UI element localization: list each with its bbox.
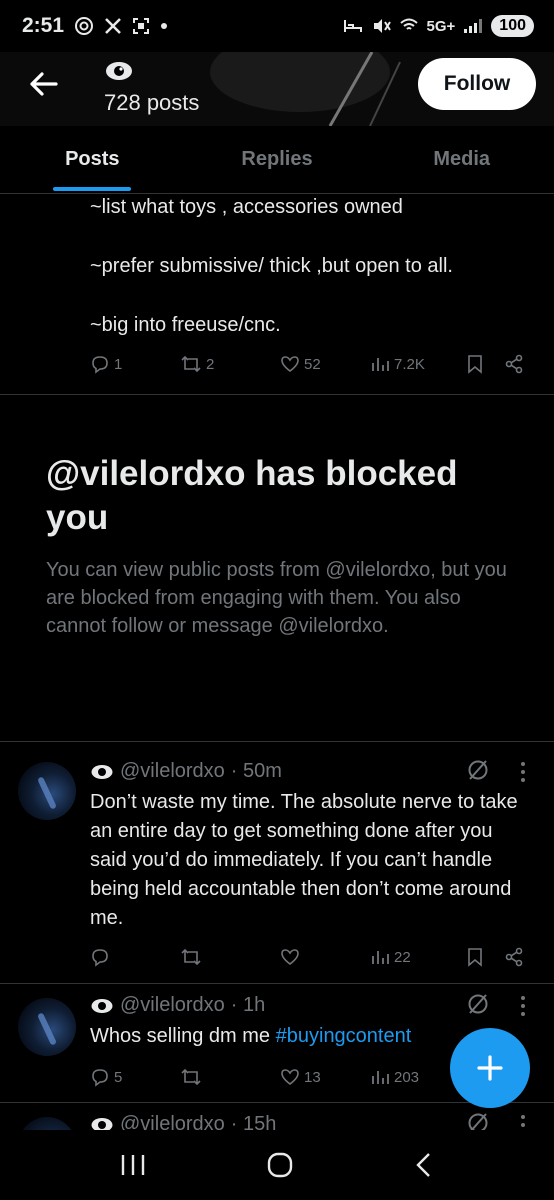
tweet-text: Whos selling dm me #buyingcontent: [90, 1025, 412, 1047]
compose-post-button[interactable]: [450, 1028, 530, 1108]
battery-indicator: 100: [491, 15, 534, 37]
reply-button[interactable]: 5: [90, 1067, 180, 1087]
bookmark-icon: [468, 355, 482, 374]
bookmark-icon: [468, 948, 482, 967]
avatar[interactable]: [18, 1117, 76, 1130]
wifi-calling-icon: [399, 18, 418, 30]
x-logo-icon: [105, 18, 121, 34]
reply-icon: [92, 1069, 108, 1087]
bookmark-button[interactable]: [466, 947, 504, 967]
screenshot-icon: [133, 18, 150, 34]
network-label: 5G+: [426, 17, 456, 35]
bookmark-button[interactable]: [466, 354, 504, 374]
grok-icon[interactable]: [466, 758, 490, 782]
share-button[interactable]: [504, 947, 524, 967]
reply-button[interactable]: 1: [90, 354, 180, 374]
repost-icon: [181, 948, 201, 966]
profile-tabs: Posts Replies Media: [0, 126, 554, 194]
more-options-icon[interactable]: [518, 1113, 528, 1130]
eye-emoji-icon: [91, 1117, 113, 1130]
repost-button[interactable]: [180, 1067, 280, 1087]
more-options-icon[interactable]: [518, 994, 528, 1018]
tweet-header: @vilelordxo · 1h: [90, 994, 265, 1017]
tweet-time: · 1h: [230, 994, 266, 1016]
divider: [0, 741, 554, 742]
repost-button[interactable]: [180, 947, 280, 967]
views-button[interactable]: 7.2K: [370, 354, 466, 374]
blocked-body: You can view public posts from @vilelord…: [46, 559, 507, 637]
post-line: ~list what toys , accessories owned: [90, 196, 403, 218]
tweet-handle[interactable]: @vilelordxo: [120, 994, 225, 1017]
dot-icon: [161, 23, 168, 29]
views-icon: [372, 951, 389, 964]
tweet-time: · 15h: [230, 1113, 277, 1130]
reply-button[interactable]: [90, 947, 180, 967]
like-button[interactable]: 52: [280, 354, 370, 374]
post-text-continuation: ~list what toys , accessories owned ~pre…: [90, 194, 530, 371]
eye-emoji-icon: [91, 764, 113, 779]
heart-icon: [281, 1069, 299, 1086]
eye-emoji-icon: [91, 998, 113, 1013]
repost-icon: [181, 1068, 201, 1086]
recent-apps-icon[interactable]: [119, 1152, 147, 1178]
reply-icon: [92, 949, 108, 967]
divider: [0, 394, 554, 395]
signal-icon: [464, 19, 483, 33]
tweet-actions: 22: [90, 942, 530, 972]
bed-icon: [343, 20, 362, 32]
plus-icon: [477, 1055, 503, 1081]
back-nav-icon[interactable]: [413, 1151, 435, 1179]
tweet-handle[interactable]: @vilelordxo: [120, 1113, 225, 1130]
share-icon: [505, 947, 523, 967]
arrow-left-icon: [30, 72, 58, 96]
like-button[interactable]: 13: [280, 1067, 370, 1087]
status-time: 2:51: [22, 14, 65, 37]
status-bar: 2:51 5G+ 100: [0, 0, 554, 52]
grok-icon[interactable]: [466, 992, 490, 1016]
blocked-notice: @vilelordxo has blocked you You can view…: [46, 452, 516, 640]
like-button[interactable]: [280, 947, 370, 967]
home-icon[interactable]: [266, 1151, 294, 1179]
views-icon: [372, 1071, 389, 1084]
views-button[interactable]: 22: [370, 947, 466, 967]
tweet-header: @vilelordxo · 50m: [90, 760, 282, 783]
divider: [0, 983, 554, 984]
tweet-header: @vilelordxo · 15h: [90, 1113, 276, 1130]
heart-icon: [281, 949, 299, 966]
reply-icon: [92, 356, 108, 374]
repost-icon: [181, 355, 201, 373]
tweet[interactable]: @vilelordxo · 15h: [0, 1103, 554, 1130]
at-sign-icon: [75, 17, 94, 35]
share-icon: [505, 354, 523, 374]
hashtag-link[interactable]: #buyingcontent: [276, 1025, 412, 1047]
tab-replies[interactable]: Replies: [185, 126, 370, 193]
repost-button[interactable]: 2: [180, 354, 280, 374]
back-button[interactable]: [24, 64, 64, 104]
tweet-time: · 50m: [230, 760, 282, 782]
mute-icon: [373, 19, 391, 33]
follow-button[interactable]: Follow: [418, 58, 536, 110]
tab-media[interactable]: Media: [369, 126, 554, 193]
share-button[interactable]: [504, 354, 524, 374]
views-icon: [372, 358, 389, 371]
posts-count: 728 posts: [104, 90, 200, 115]
blocked-title: @vilelordxo has blocked you: [46, 454, 458, 537]
tweet-text: Don’t waste my time. The absolute nerve …: [90, 791, 518, 929]
post-line: ~prefer submissive/ thick ,but open to a…: [90, 255, 453, 277]
tab-posts[interactable]: Posts: [0, 126, 185, 193]
avatar[interactable]: [18, 998, 76, 1056]
more-options-icon[interactable]: [518, 760, 528, 784]
tweet-handle[interactable]: @vilelordxo: [120, 760, 225, 783]
system-navigation-bar: [0, 1130, 554, 1200]
post-line: ~big into freeuse/cnc.: [90, 314, 281, 336]
heart-icon: [281, 356, 299, 373]
profile-header: 728 posts Follow: [0, 52, 554, 126]
post-actions: 1 2 52 7.2K: [90, 349, 530, 379]
grok-icon[interactable]: [466, 1111, 490, 1130]
eye-emoji-icon: [106, 62, 132, 80]
avatar[interactable]: [18, 762, 76, 820]
